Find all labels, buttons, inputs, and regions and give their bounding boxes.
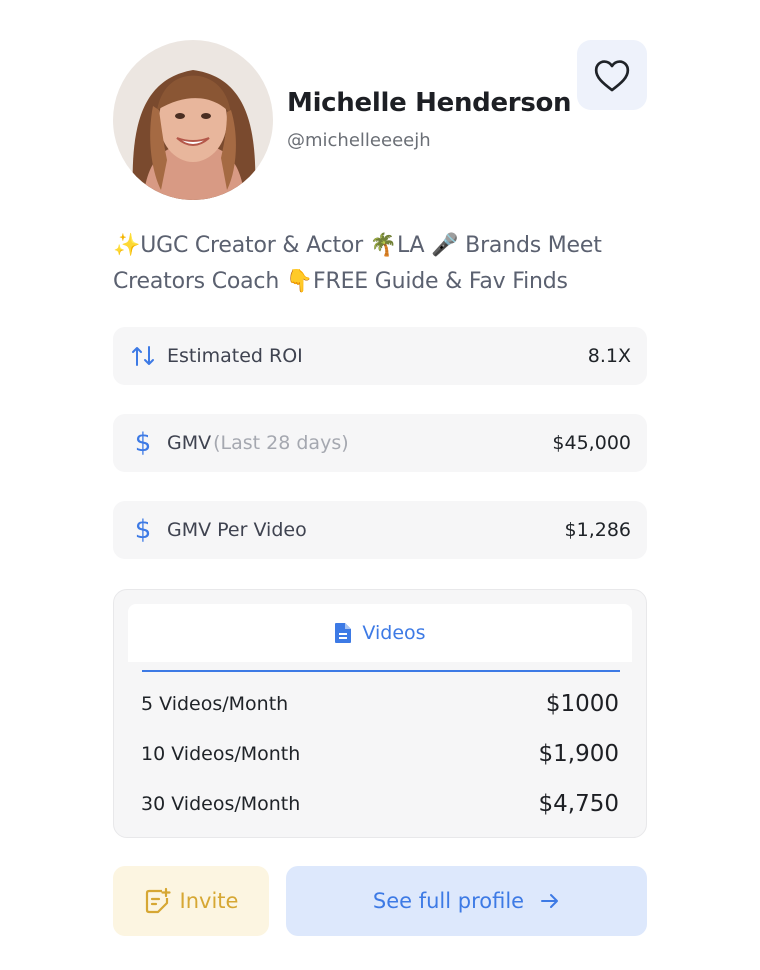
dollar-icon: $ [134, 515, 152, 545]
plan-label: 10 Videos/Month [141, 743, 301, 765]
videos-pricing-card: Videos 5 Videos/Month $1000 10 Videos/Mo… [113, 589, 647, 838]
plan-label: 5 Videos/Month [141, 693, 289, 715]
stat-sublabel: (Last 28 days) [213, 432, 349, 454]
list-item: 10 Videos/Month $1,900 [141, 741, 619, 767]
dollar-icon: $ [134, 428, 152, 458]
see-full-profile-button[interactable]: See full profile [286, 866, 647, 936]
list-item: 30 Videos/Month $4,750 [141, 791, 619, 817]
creator-bio: ✨UGC Creator & Actor 🌴LA 🎤 Brands Meet C… [113, 233, 602, 294]
plan-price: $1,900 [538, 741, 619, 767]
see-full-profile-label: See full profile [372, 889, 525, 913]
avatar[interactable] [113, 40, 273, 200]
avatar-photo [113, 40, 273, 200]
tab-videos[interactable]: Videos [128, 604, 632, 662]
creator-handle: @michelleeeejh [287, 130, 431, 151]
creator-name: Michelle Henderson [287, 88, 572, 118]
tab-label: Videos [362, 622, 426, 644]
arrow-right-icon [541, 894, 559, 908]
stat-label: GMV Per Video [167, 519, 307, 541]
stat-gmv-per-video: $ GMV Per Video $1,286 [113, 501, 647, 559]
stat-label: GMV [167, 432, 212, 454]
stat-estimated-roi: Estimated ROI 8.1X [113, 327, 647, 385]
invite-button[interactable]: Invite [113, 866, 269, 936]
invite-add-icon [145, 887, 171, 914]
stat-gmv: $ GMV (Last 28 days) $45,000 [113, 414, 647, 472]
stat-value: 8.1X [587, 345, 631, 367]
stat-value: $45,000 [552, 432, 631, 454]
plan-price: $1000 [545, 691, 619, 717]
heart-icon [594, 60, 630, 92]
document-icon [335, 623, 352, 643]
list-item: 5 Videos/Month $1000 [141, 691, 619, 717]
tab-active-indicator [142, 670, 620, 672]
invite-label: Invite [179, 889, 239, 913]
favorite-button[interactable] [577, 40, 647, 110]
stat-value: $1,286 [564, 519, 631, 541]
roi-arrows-icon [129, 342, 157, 370]
plan-price: $4,750 [538, 791, 619, 817]
stat-label: Estimated ROI [167, 345, 303, 367]
plan-label: 30 Videos/Month [141, 793, 301, 815]
